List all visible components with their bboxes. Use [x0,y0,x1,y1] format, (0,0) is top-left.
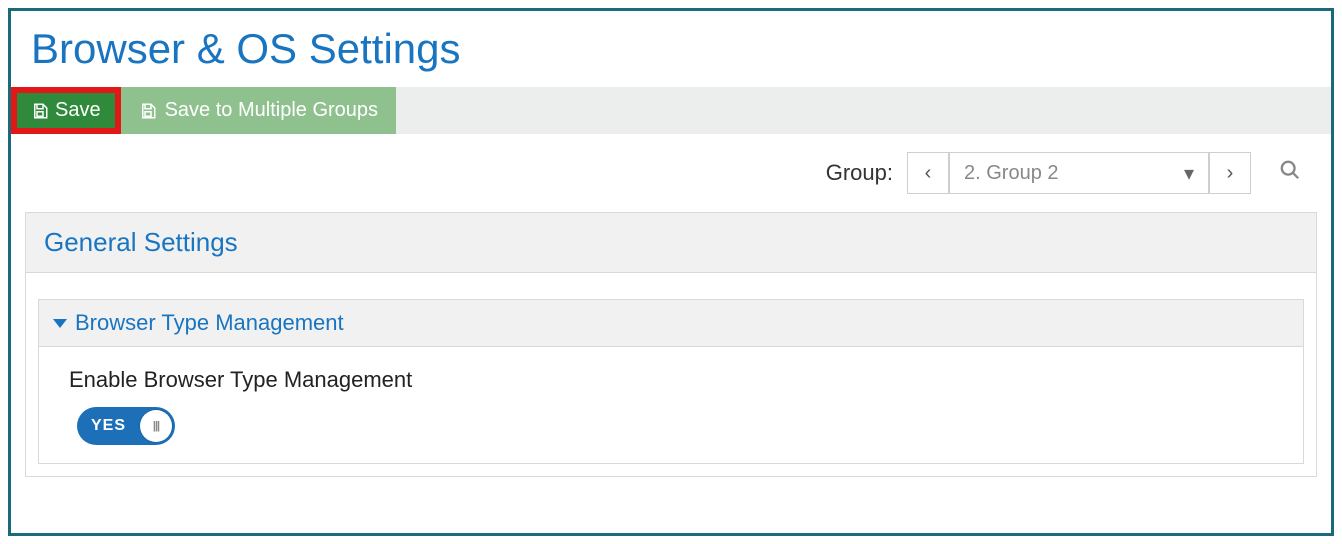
save-button[interactable]: Save [17,93,115,128]
chevron-left-icon: ‹ [925,162,932,185]
browser-type-panel: Browser Type Management Enable Browser T… [38,299,1304,464]
caret-down-icon [53,319,67,328]
browser-type-header-label: Browser Type Management [75,310,344,336]
group-select[interactable]: 2. Group 2 ▾ [949,152,1209,194]
general-settings-body: Browser Type Management Enable Browser T… [26,273,1316,476]
chevron-down-icon: ▾ [1184,161,1194,186]
save-button-highlight: Save [11,87,121,134]
group-next-button[interactable]: › [1209,152,1251,194]
page-title: Browser & OS Settings [11,11,1331,87]
settings-window: Browser & OS Settings Save Save to Multi… [8,8,1334,536]
toolbar: Save Save to Multiple Groups [11,87,1331,134]
enable-browser-type-label: Enable Browser Type Management [69,367,1273,393]
toggle-state-label: YES [91,417,126,435]
floppy-icon [31,102,49,120]
general-settings-panel: General Settings Browser Type Management… [25,212,1317,477]
floppy-icon [139,102,157,120]
browser-type-body: Enable Browser Type Management YES ||| [39,347,1303,463]
browser-type-header[interactable]: Browser Type Management [39,300,1303,347]
general-settings-header: General Settings [26,213,1316,273]
group-selector-row: Group: ‹ 2. Group 2 ▾ › [11,134,1331,212]
group-prev-button[interactable]: ‹ [907,152,949,194]
save-multiple-button[interactable]: Save to Multiple Groups [121,87,396,134]
enable-browser-type-toggle[interactable]: YES ||| [77,407,175,445]
chevron-right-icon: › [1227,162,1234,185]
search-icon[interactable] [1261,159,1307,187]
group-select-value: 2. Group 2 [964,162,1059,185]
save-button-label: Save [55,99,101,122]
save-multiple-label: Save to Multiple Groups [165,99,378,122]
group-label: Group: [826,160,893,186]
toggle-knob: ||| [140,410,172,442]
